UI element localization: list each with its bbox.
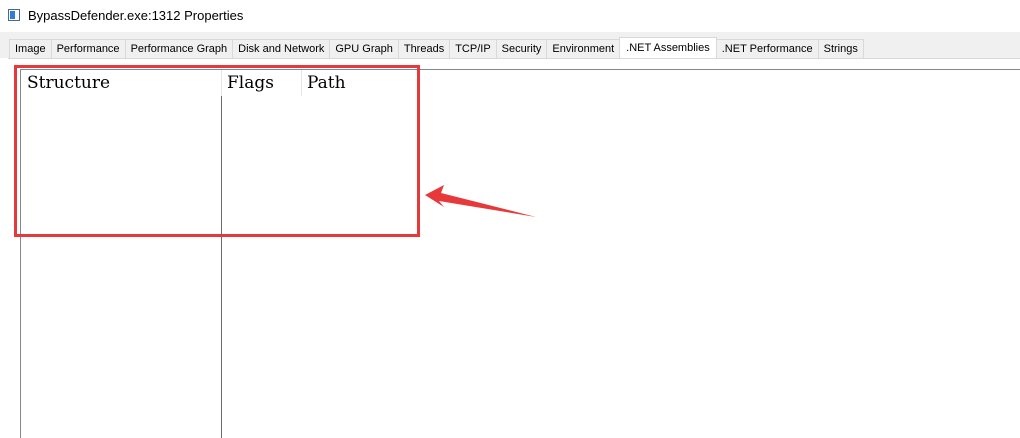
tab-performance[interactable]: Performance <box>50 39 126 58</box>
tab-image[interactable]: Image <box>9 39 52 58</box>
tab-security[interactable]: Security <box>495 39 548 58</box>
tab-disk-and-network[interactable]: Disk and Network <box>232 39 331 58</box>
tab-list: Image Performance Performance Graph Disk… <box>9 37 864 59</box>
annotation-arrow <box>425 185 536 217</box>
column-header-path[interactable]: Path <box>307 70 507 96</box>
tab-threads[interactable]: Threads <box>397 39 451 58</box>
tab-net-performance[interactable]: .NET Performance <box>715 39 819 58</box>
annotation-arrow-shape <box>425 185 536 217</box>
tab-strings[interactable]: Strings <box>817 39 864 58</box>
tab-environment[interactable]: Environment <box>546 39 621 58</box>
tab-gpu-graph[interactable]: GPU Graph <box>329 39 399 58</box>
tab-content-panel: Structure Flags Path <box>8 58 1020 438</box>
column-header-structure[interactable]: Structure <box>27 70 222 96</box>
tab-strip: Image Performance Performance Graph Disk… <box>0 32 1020 59</box>
column-header-flags[interactable]: Flags <box>227 70 302 96</box>
window-title: BypassDefender.exe:1312 Properties <box>28 8 244 23</box>
title-bar: BypassDefender.exe:1312 Properties <box>0 0 1020 32</box>
column-separator[interactable] <box>301 70 302 96</box>
column-divider-line <box>221 96 222 438</box>
column-separator[interactable] <box>221 70 222 96</box>
tab-tcp-ip[interactable]: TCP/IP <box>449 39 497 58</box>
tab-net-assemblies[interactable]: .NET Assemblies <box>619 37 717 59</box>
window-app-icon[interactable] <box>8 9 20 21</box>
assemblies-tree-list[interactable]: Structure Flags Path <box>20 69 1020 438</box>
tab-performance-graph[interactable]: Performance Graph <box>124 39 234 58</box>
